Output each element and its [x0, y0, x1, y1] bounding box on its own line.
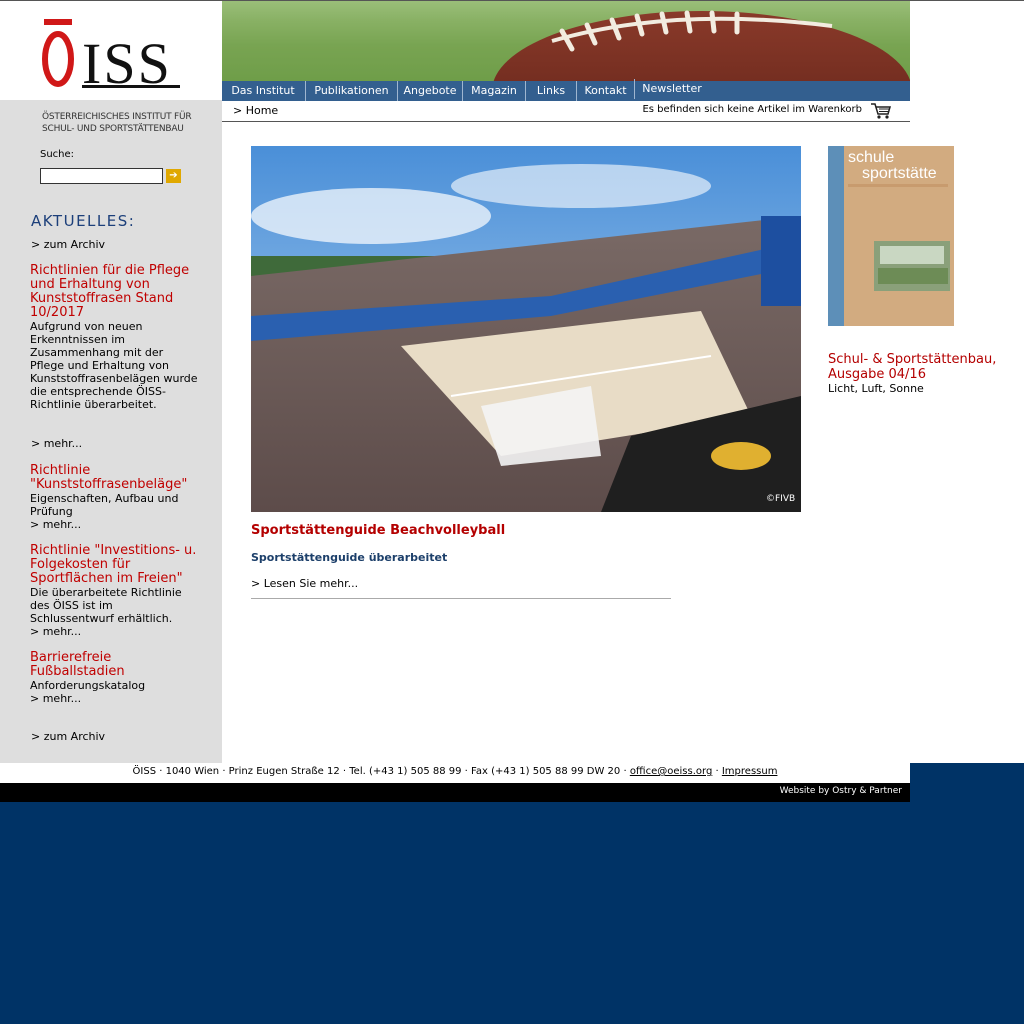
photo-credit: ©FIVB	[766, 494, 795, 504]
divider	[251, 598, 671, 599]
nav-item-publikationen[interactable]: Publikationen	[305, 81, 397, 101]
news-item: Richtlinie "Kunststoffrasenbeläge" Eigen…	[30, 464, 200, 532]
news-title-link[interactable]: Richtlinien für die Pflege und Erhaltung…	[30, 264, 200, 320]
article-title[interactable]: Sportstättenguide Beachvolleyball	[251, 523, 505, 538]
news-more-link[interactable]: > mehr...	[31, 437, 82, 450]
breadcrumb-bar: > Home Es befinden sich keine Artikel im…	[222, 101, 910, 122]
institute-name: ÖSTERREICHISCHES INSTITUT FÜR SCHUL- UND…	[42, 111, 192, 135]
news-summary: Eigenschaften, Aufbau und Prüfung	[30, 492, 179, 518]
article-read-more-link[interactable]: > Lesen Sie mehr...	[251, 577, 358, 590]
credits-bar: Website by Ostry & Partner	[0, 783, 910, 802]
news-more-link[interactable]: > mehr...	[30, 625, 200, 638]
svg-text:ISS: ISS	[82, 31, 172, 91]
footer-separator: ·	[712, 766, 722, 777]
magazine-subtitle: Licht, Luft, Sonne	[828, 382, 924, 395]
news-item: Barrierefreie Fußballstadien Anforderung…	[30, 651, 200, 706]
main-navigation: Das Institut Publikationen Angebote Maga…	[222, 79, 910, 101]
footer-email-link[interactable]: office@oeiss.org	[630, 766, 713, 777]
search-label: Suche:	[40, 149, 75, 160]
archive-link-top[interactable]: > zum Archiv	[31, 238, 105, 251]
news-title-link[interactable]: Richtlinie "Kunststoffrasenbeläge"	[30, 464, 200, 492]
footer: ÖISS · 1040 Wien · Prinz Eugen Straße 12…	[0, 763, 910, 783]
football-on-grass-image	[222, 1, 910, 81]
news-summary: Anforderungskatalog	[30, 679, 146, 692]
news-more-link[interactable]: > mehr...	[30, 692, 200, 705]
nav-item-links[interactable]: Links	[525, 81, 576, 101]
news-summary: Aufgrund von neuen Erkenntnissen im Zusa…	[30, 320, 198, 411]
search-input[interactable]	[40, 168, 163, 184]
left-sidebar: ISS ÖSTERREICHISCHES INSTITUT FÜR SCHUL-…	[0, 1, 222, 763]
news-more-link[interactable]: > mehr...	[30, 518, 200, 531]
institute-line-2: SCHUL- UND SPORTSTÄTTENBAU	[42, 124, 184, 134]
nav-item-das-institut[interactable]: Das Institut	[222, 81, 304, 101]
breadcrumb[interactable]: > Home	[233, 104, 278, 117]
nav-item-kontakt[interactable]: Kontakt	[576, 81, 634, 101]
news-item: Richtlinie "Investitions- u. Folgekosten…	[30, 544, 200, 639]
credits-text[interactable]: Website by Ostry & Partner	[780, 786, 902, 796]
nav-item-angebote[interactable]: Angebote	[397, 81, 462, 101]
news-title-link[interactable]: Barrierefreie Fußballstadien	[30, 651, 200, 679]
arrow-right-icon: ➔	[169, 170, 178, 181]
logo[interactable]: ISS	[0, 1, 222, 100]
oiss-logo-icon: ISS	[42, 19, 180, 91]
magazine-cover[interactable]: schule sportstätte	[828, 146, 954, 326]
header-banner	[222, 1, 910, 81]
footer-address: ÖISS · 1040 Wien · Prinz Eugen Straße 12…	[132, 766, 630, 777]
news-summary: Die überarbeitete Richtlinie des ÖISS is…	[30, 586, 182, 625]
nav-item-newsletter[interactable]: Newsletter	[634, 79, 709, 99]
institute-line-1: ÖSTERREICHISCHES INSTITUT FÜR	[42, 112, 192, 122]
magazine-cover-title-2: sportstätte	[862, 165, 937, 182]
magazine-cover-title-1: schule	[848, 149, 894, 166]
search-submit-button[interactable]: ➔	[166, 169, 181, 183]
news-item: Richtlinien für die Pflege und Erhaltung…	[30, 264, 200, 412]
footer-imprint-link[interactable]: Impressum	[722, 766, 778, 777]
archive-link-bottom[interactable]: > zum Archiv	[31, 730, 105, 743]
news-heading: AKTUELLES:	[31, 212, 136, 230]
magazine-title[interactable]: Schul- & Sportstättenbau, Ausgabe 04/16	[828, 352, 1018, 382]
article-image[interactable]: ©FIVB	[251, 146, 801, 512]
article-subtitle: Sportstättenguide überarbeitet	[251, 551, 448, 564]
nav-item-magazin[interactable]: Magazin	[462, 81, 525, 101]
cart-status: Es befinden sich keine Artikel im Warenk…	[642, 104, 862, 115]
shopping-cart-icon[interactable]	[870, 102, 892, 123]
news-title-link[interactable]: Richtlinie "Investitions- u. Folgekosten…	[30, 544, 200, 586]
